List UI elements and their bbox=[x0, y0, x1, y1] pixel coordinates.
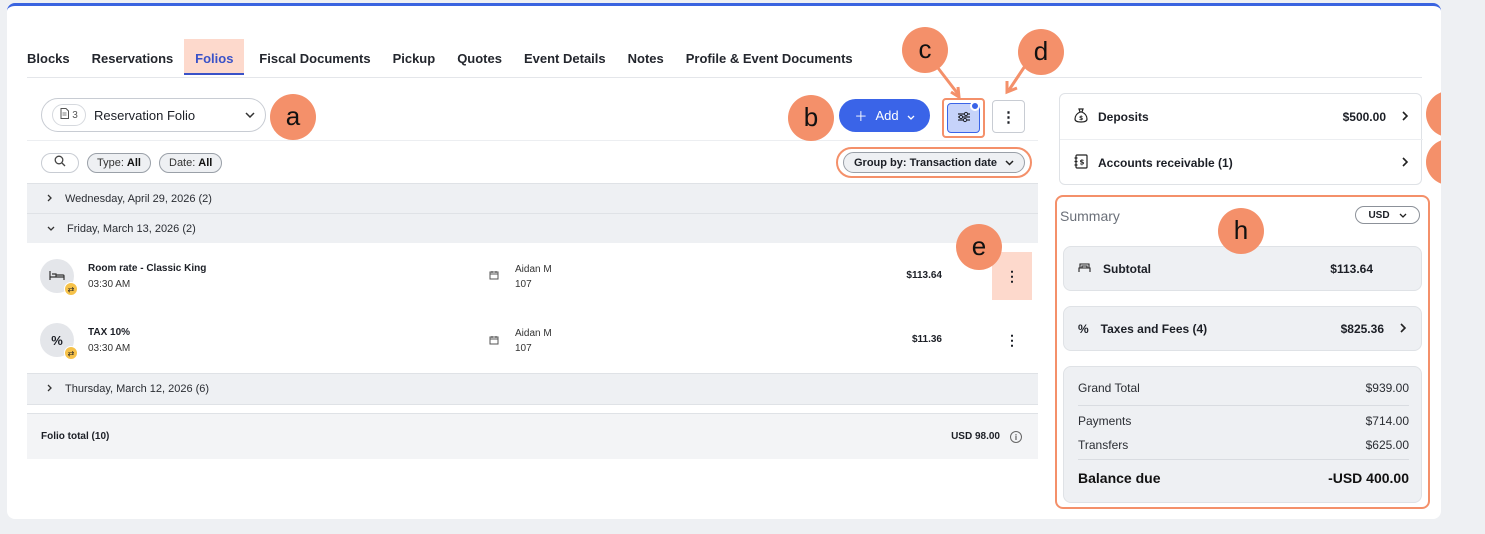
main-card: Blocks Reservations Folios Fiscal Docume… bbox=[7, 3, 1441, 519]
callout-arrows bbox=[936, 65, 1027, 100]
